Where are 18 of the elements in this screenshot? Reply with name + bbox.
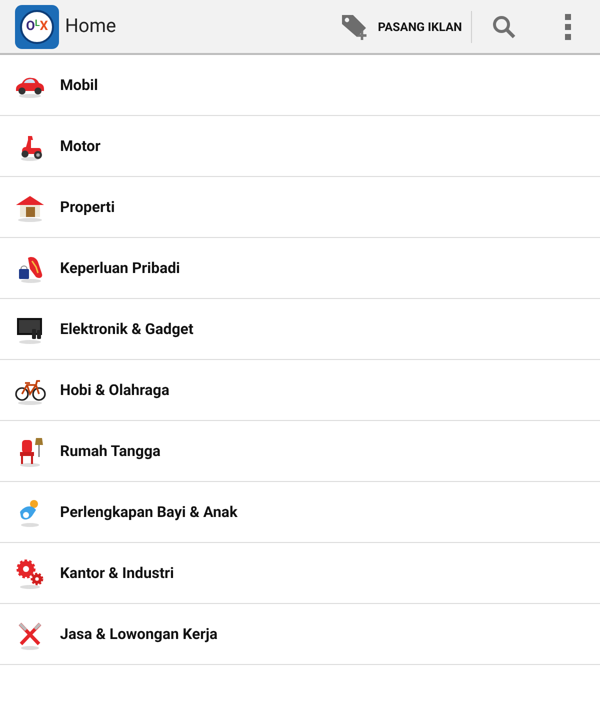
category-item[interactable]: Perlengkapan Bayi & Anak bbox=[0, 482, 600, 543]
post-ad-button[interactable]: PASANG IKLAN bbox=[340, 0, 471, 54]
menu-icon bbox=[564, 14, 572, 40]
category-item[interactable]: Kantor & Industri bbox=[0, 543, 600, 604]
logo-letter: L bbox=[34, 20, 40, 28]
category-item[interactable]: Properti bbox=[0, 177, 600, 238]
category-item[interactable]: Mobil bbox=[0, 55, 600, 116]
category-item[interactable]: Rumah Tangga bbox=[0, 421, 600, 482]
category-item[interactable]: Motor bbox=[0, 116, 600, 177]
logo-letter: X bbox=[40, 20, 48, 33]
search-icon bbox=[492, 14, 516, 38]
screen-title: Home bbox=[65, 13, 116, 40]
category-item[interactable]: Jasa & Lowongan Kerja bbox=[0, 604, 600, 665]
logo-letter: O bbox=[26, 20, 35, 33]
category-item[interactable]: Elektronik & Gadget bbox=[0, 299, 600, 360]
category-item[interactable]: Hobi & Olahraga bbox=[0, 360, 600, 421]
category-item[interactable]: Keperluan Pribadi bbox=[0, 238, 600, 299]
gears-icon bbox=[14, 557, 46, 589]
